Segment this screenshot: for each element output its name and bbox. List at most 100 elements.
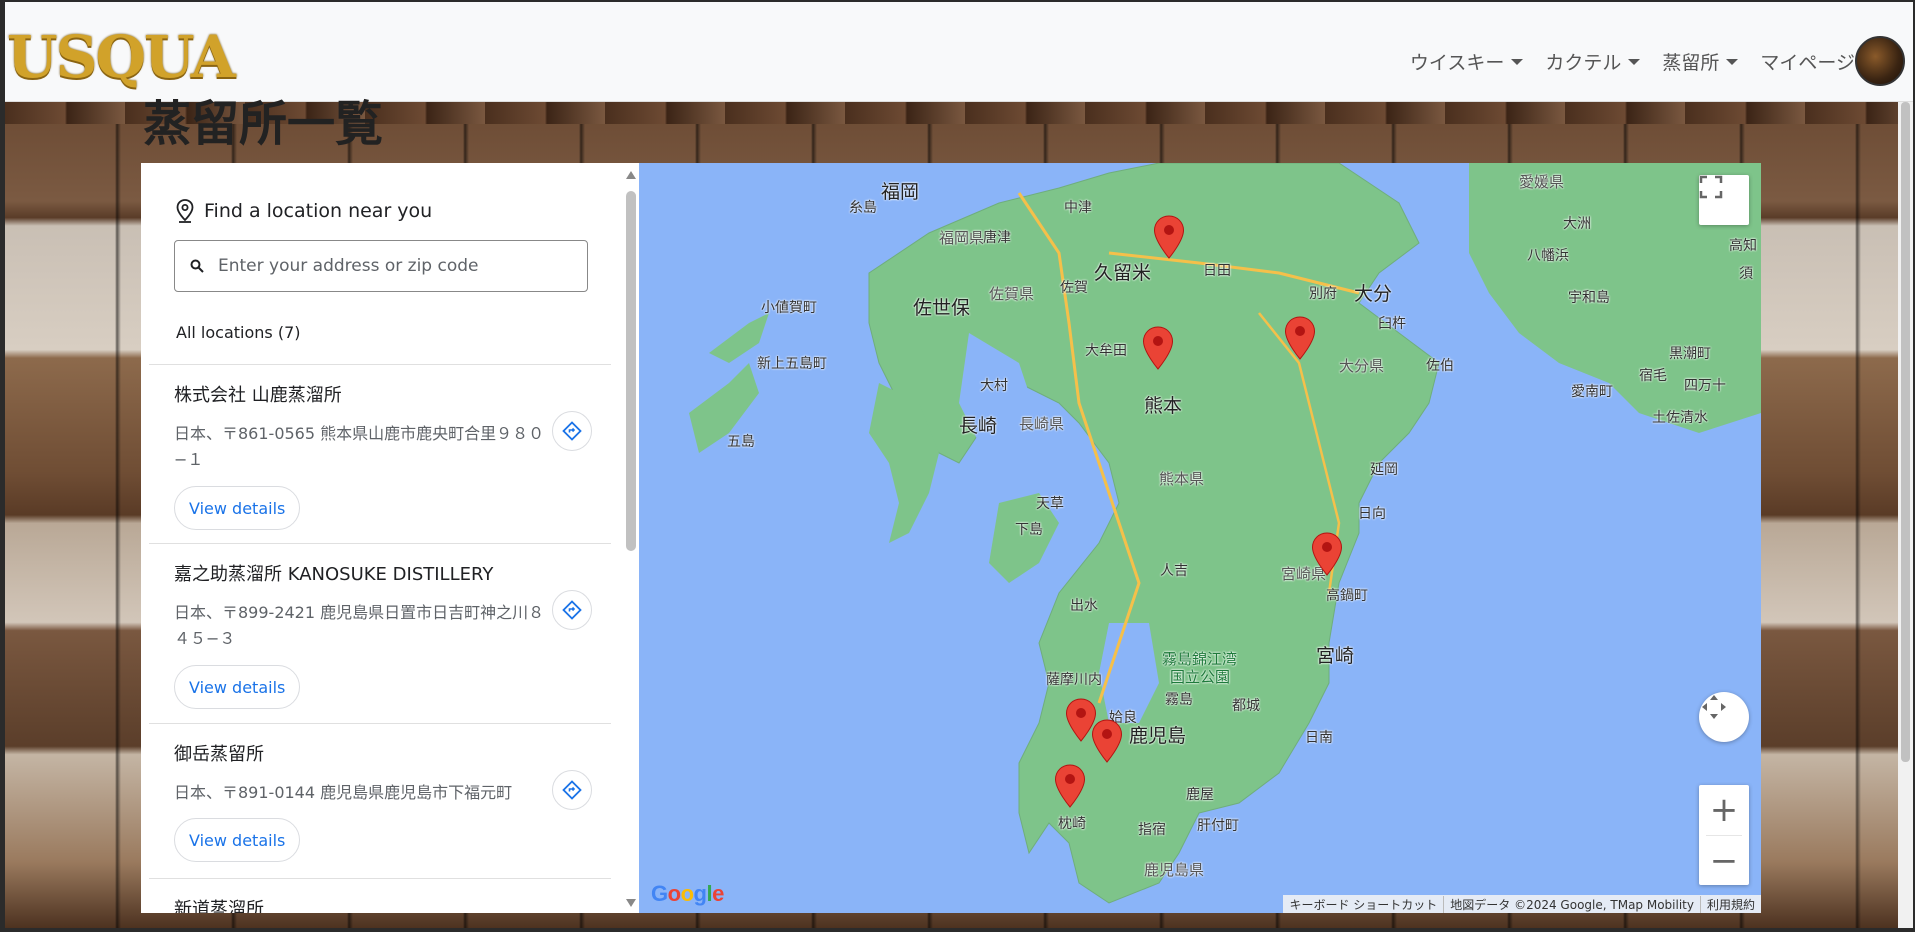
map-label: 須	[1739, 266, 1753, 282]
map-label: 佐伯	[1426, 358, 1454, 374]
directions-icon	[562, 600, 582, 620]
map-label: 新上五島町	[757, 356, 827, 372]
nav-item-cocktail[interactable]: カクテル	[1545, 48, 1641, 75]
move-arrows-icon	[1702, 695, 1726, 719]
location-name: 新道蒸溜所	[174, 899, 264, 913]
map-label: 大牟田	[1085, 343, 1127, 359]
map-label: 日向	[1358, 506, 1386, 522]
map-label: 八幡浜	[1527, 248, 1569, 264]
map-label: 宇和島	[1568, 290, 1610, 306]
nav-menu: ウイスキー カクテル 蒸留所 マイページ	[1410, 48, 1855, 75]
map-label: 佐賀	[1060, 280, 1088, 296]
nav-item-distillery[interactable]: 蒸留所	[1662, 48, 1739, 75]
location-marker-icon[interactable]	[1311, 532, 1343, 576]
map-label: 日南	[1305, 730, 1333, 746]
locator-heading-text: Find a location near you	[204, 200, 433, 222]
page-scroll-thumb[interactable]	[1901, 102, 1910, 762]
brand-logo[interactable]: USQUA	[7, 28, 236, 86]
map-label: 薩摩川内	[1046, 672, 1102, 688]
location-address: 日本、〒861-0565 熊本県山鹿市鹿央町合里９８０−１	[174, 424, 545, 469]
map-label: 別府	[1309, 286, 1337, 302]
terms-link[interactable]: 利用規約	[1699, 895, 1761, 913]
map-label: 小値賀町	[761, 300, 817, 316]
map-attribution: キーボード ショートカット 地図データ ©2024 Google, TMap M…	[1283, 895, 1761, 913]
zoom-in-button[interactable]: +	[1699, 785, 1749, 835]
scroll-down-icon[interactable]	[626, 899, 636, 907]
nav-item-label: ウイスキー	[1409, 52, 1505, 74]
caret-down-icon	[1628, 58, 1641, 65]
nav-item-label: 蒸留所	[1662, 52, 1720, 74]
map-label: 大洲	[1563, 216, 1591, 232]
location-marker-icon[interactable]	[1054, 764, 1086, 808]
panel-scrollbar[interactable]	[623, 163, 639, 913]
map-label: 宿毛	[1639, 368, 1667, 384]
divider	[149, 364, 611, 365]
directions-button[interactable]	[552, 590, 592, 630]
location-name: 御岳蒸留所	[174, 744, 264, 765]
location-address: 日本、〒891-0144 鹿児島県鹿児島市下福元町	[174, 783, 513, 802]
location-marker-icon[interactable]	[1142, 326, 1174, 370]
address-search-input[interactable]	[218, 256, 558, 276]
all-locations-label: All locations (7)	[176, 323, 301, 342]
search-box	[174, 240, 588, 292]
map-label: 愛媛県	[1519, 173, 1565, 191]
zoom-out-button[interactable]: −	[1699, 836, 1749, 886]
camera-control-button[interactable]	[1699, 692, 1749, 742]
scroll-thumb[interactable]	[626, 191, 636, 551]
zoom-control: + −	[1699, 785, 1749, 885]
location-marker-icon[interactable]	[1091, 719, 1123, 763]
location-marker-icon[interactable]	[1153, 215, 1185, 259]
divider	[149, 543, 611, 544]
map-label: 長崎県	[1019, 415, 1065, 433]
locator-list: Find a location near you All locations (…	[141, 163, 623, 913]
map-label: 黒潮町	[1669, 346, 1711, 362]
location-marker-icon[interactable]	[1284, 316, 1316, 360]
nav-item-whisky[interactable]: ウイスキー	[1409, 48, 1524, 75]
location-address: 日本、〒899-2421 鹿児島県日置市日吉町神之川８４５−３	[174, 603, 545, 648]
map-label: 高鍋町	[1326, 588, 1368, 604]
keyboard-shortcuts-link[interactable]: キーボード ショートカット	[1283, 896, 1443, 913]
map-label: 糸島	[849, 200, 877, 216]
location-name: 嘉之助蒸溜所 KANOSUKE DISTILLERY	[174, 564, 494, 585]
nav-item-mypage[interactable]: マイページ	[1760, 48, 1855, 75]
map-label: 愛南町	[1571, 384, 1613, 400]
map-label: 中津	[1064, 200, 1092, 216]
avatar[interactable]	[1855, 36, 1905, 86]
fullscreen-icon	[1699, 175, 1723, 199]
view-details-button[interactable]: View details	[174, 665, 301, 709]
map-label: 佐賀県	[989, 285, 1035, 303]
map-label: 大分県	[1339, 357, 1385, 375]
google-logo[interactable]: Google	[651, 881, 724, 907]
map-label: 大分	[1354, 283, 1393, 305]
directions-button[interactable]	[552, 411, 592, 451]
map-label: 大村	[980, 378, 1008, 394]
map-label: 都城	[1232, 698, 1260, 714]
locator-panel: Find a location near you All locations (…	[141, 163, 639, 913]
fullscreen-button[interactable]	[1699, 175, 1749, 225]
nav-item-label: カクテル	[1545, 52, 1622, 74]
view-details-button[interactable]: View details	[174, 818, 301, 862]
map-label: 延岡	[1370, 462, 1398, 478]
directions-button[interactable]	[552, 770, 592, 810]
map-label: 唐津	[983, 230, 1011, 246]
map-label: 出水	[1070, 598, 1098, 614]
location-pin-icon	[176, 199, 194, 223]
map-label: 長崎	[959, 415, 998, 437]
page-title: 蒸留所一覧	[143, 96, 384, 152]
page-scrollbar[interactable]	[1898, 102, 1913, 928]
map-label: 肝付町	[1197, 818, 1239, 834]
map-label: 佐世保	[913, 297, 971, 319]
map-label: 五島	[727, 434, 755, 450]
map-label: 高知	[1729, 238, 1757, 254]
nav-item-label: マイページ	[1760, 52, 1855, 74]
map-label: 枕崎	[1058, 816, 1086, 832]
map-label: 熊本	[1144, 395, 1183, 417]
map[interactable]: 福岡 糸島 中津 愛媛県 唐津 福岡県 大洲 八幡浜 高知 須 久留米 日田 佐…	[639, 163, 1761, 913]
scroll-up-icon[interactable]	[626, 171, 636, 179]
map-label: 熊本県	[1159, 470, 1205, 488]
map-label: 福岡	[881, 181, 920, 203]
caret-down-icon	[1726, 58, 1739, 65]
map-label: 下島	[1015, 522, 1043, 538]
view-details-button[interactable]: View details	[174, 486, 301, 530]
directions-icon	[562, 421, 582, 441]
